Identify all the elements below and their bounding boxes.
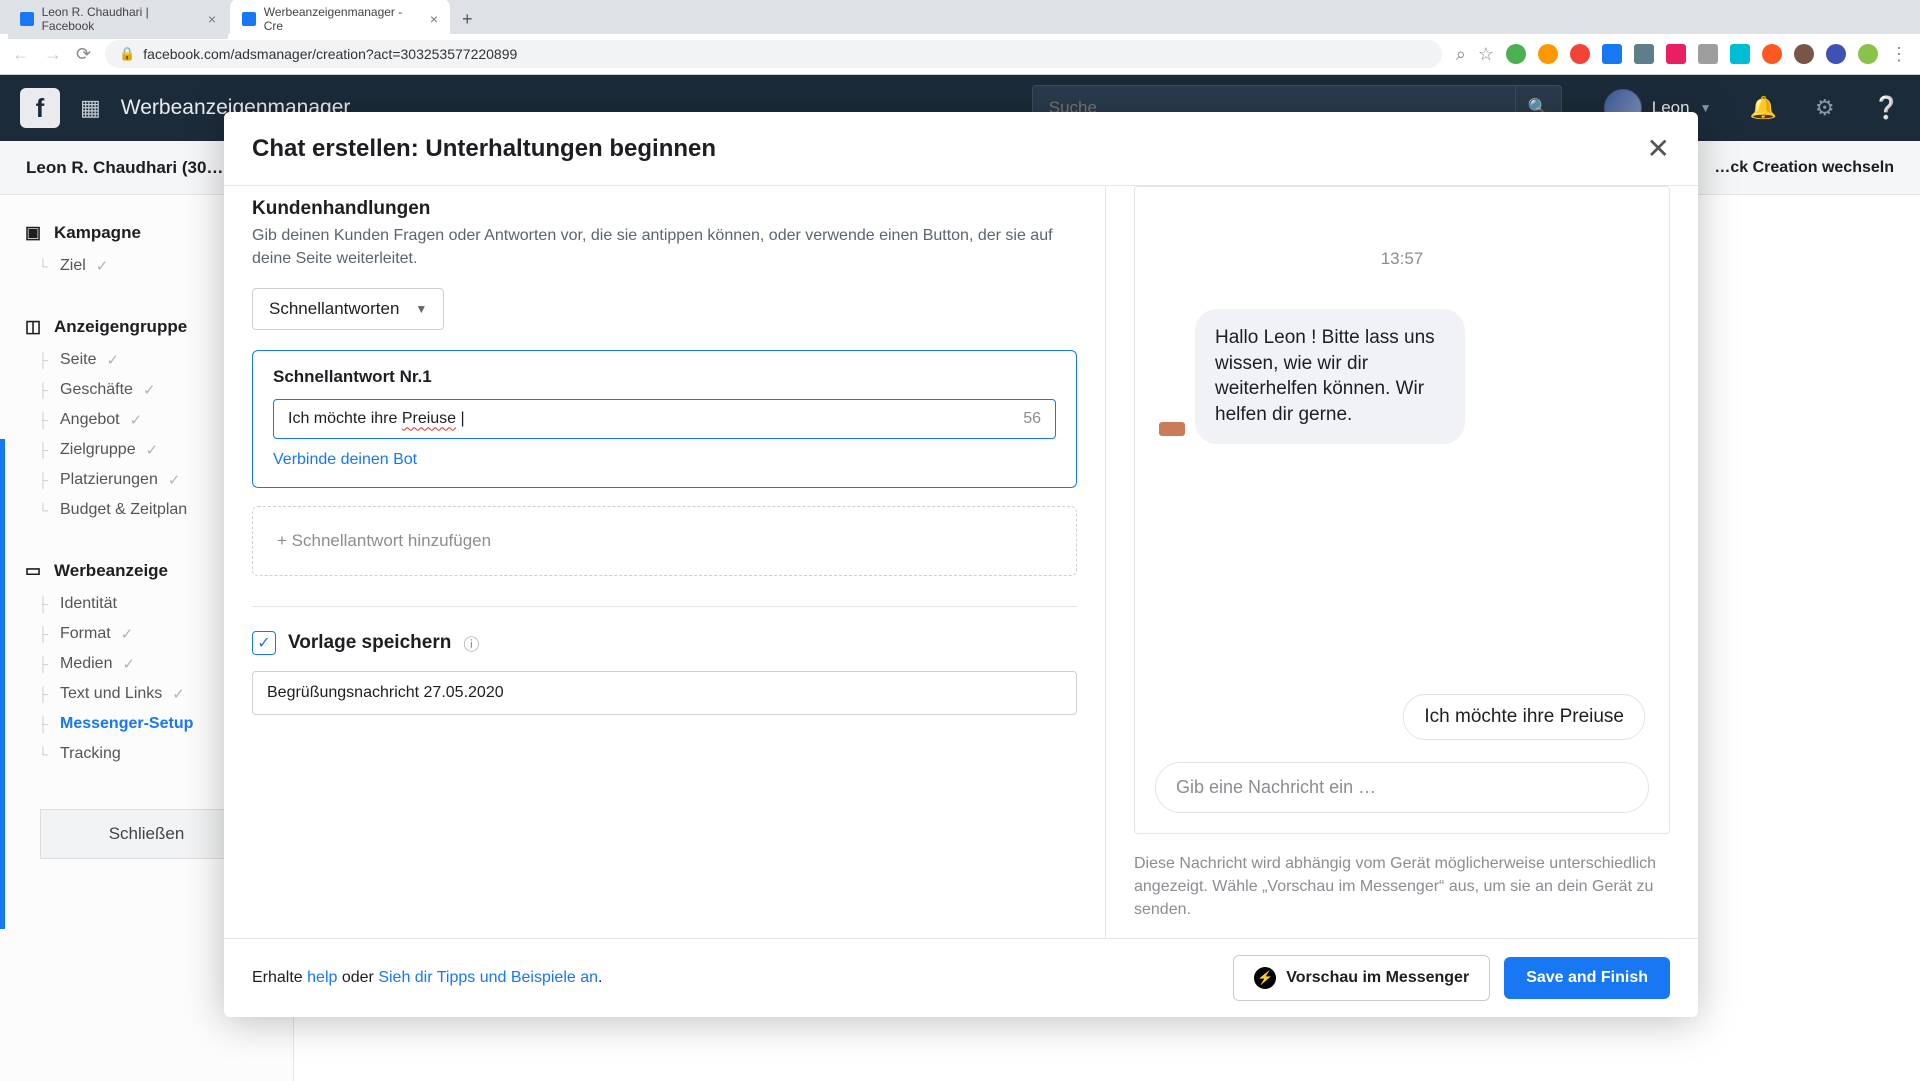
preview-message-bubble: Hallo Leon ! Bitte lass uns wissen, wie … — [1195, 309, 1465, 444]
adset-icon: ◫ — [24, 318, 42, 336]
check-icon: ✓ — [96, 257, 109, 275]
check-icon: ✓ — [172, 685, 185, 703]
facebook-logo-icon[interactable]: f — [20, 88, 60, 128]
new-tab-button[interactable]: + — [452, 9, 483, 30]
star-icon[interactable]: ☆ — [1478, 44, 1494, 65]
extension-icon[interactable] — [1570, 44, 1590, 64]
template-name-input[interactable] — [252, 671, 1077, 715]
extension-icon[interactable] — [1826, 44, 1846, 64]
close-button[interactable]: Schließen — [40, 809, 253, 859]
quick-reply-input-wrap[interactable]: Ich möchte ihre Preiuse | 56 — [273, 399, 1056, 439]
tree-branch-icon: └ — [38, 258, 48, 274]
menu-icon[interactable]: ⋮ — [1890, 44, 1908, 65]
preview-disclaimer: Diese Nachricht wird abhängig vom Gerät … — [1134, 852, 1670, 922]
folder-icon: ▣ — [24, 224, 42, 242]
extension-icon[interactable] — [1794, 44, 1814, 64]
tab-title: Werbeanzeigenmanager - Cre — [264, 5, 422, 33]
check-icon: ✓ — [106, 351, 119, 369]
extension-icon[interactable] — [1666, 44, 1686, 64]
zoom-icon[interactable]: ⌕ — [1456, 44, 1466, 65]
bell-icon[interactable]: 🔔 — [1749, 95, 1776, 121]
dropdown-label: Schnellantworten — [269, 299, 399, 319]
extension-icon[interactable] — [1538, 44, 1558, 64]
footer-help-text: Erhalte help oder Sieh dir Tipps und Bei… — [252, 969, 602, 987]
tab-title: Leon R. Chaudhari | Facebook — [42, 5, 200, 33]
close-icon[interactable]: × — [208, 11, 216, 27]
section-subtitle: Gib deinen Kunden Fragen oder Antworten … — [252, 224, 1077, 270]
help-link[interactable]: help — [307, 969, 337, 986]
forward-icon[interactable]: → — [44, 44, 62, 65]
check-icon: ✓ — [122, 655, 135, 673]
quick-reply-card: Schnellantwort Nr.1 Ich möchte ihre Prei… — [252, 350, 1077, 488]
extension-icon[interactable] — [1762, 44, 1782, 64]
extension-icon[interactable] — [1602, 44, 1622, 64]
quick-replies-dropdown[interactable]: Schnellantworten ▼ — [252, 288, 444, 330]
preview-in-messenger-button[interactable]: ⚡ Vorschau im Messenger — [1233, 955, 1490, 1001]
favicon-icon — [20, 12, 34, 26]
page-avatar-icon — [1159, 422, 1185, 436]
tips-link[interactable]: Sieh dir Tipps und Beispiele an — [378, 969, 598, 986]
chevron-down-icon: ▼ — [415, 302, 427, 316]
favicon-icon — [242, 12, 256, 26]
check-icon: ✓ — [168, 471, 181, 489]
address-field[interactable]: 🔒 facebook.com/adsmanager/creation?act=3… — [105, 40, 1442, 68]
apps-grid-icon[interactable]: ▦ — [80, 95, 101, 121]
chat-create-modal: Chat erstellen: Unterhaltungen beginnen … — [224, 112, 1698, 1017]
divider — [252, 606, 1077, 607]
connect-bot-link[interactable]: Verbinde deinen Bot — [273, 451, 417, 469]
save-template-checkbox[interactable]: ✓ — [252, 631, 276, 655]
browser-chrome: Leon R. Chaudhari | Facebook × Werbeanze… — [0, 0, 1920, 75]
preview-timestamp: 13:57 — [1135, 249, 1669, 269]
check-icon: ✓ — [130, 411, 143, 429]
section-title-kundenhandlungen: Kundenhandlungen — [252, 198, 1077, 220]
extension-icon[interactable] — [1730, 44, 1750, 64]
preview-compose-field: Gib eine Nachricht ein … — [1155, 762, 1649, 813]
lock-icon: 🔒 — [119, 46, 135, 62]
close-icon[interactable]: × — [430, 11, 438, 27]
extension-icon[interactable] — [1698, 44, 1718, 64]
ad-icon: ▭ — [24, 562, 42, 580]
address-url: facebook.com/adsmanager/creation?act=303… — [143, 46, 517, 62]
chat-preview: 13:57 Hallo Leon ! Bitte lass uns wissen… — [1134, 186, 1670, 834]
extension-icons: ⌕ ☆ ⋮ — [1456, 44, 1908, 65]
info-icon[interactable]: ⓘ — [463, 631, 479, 655]
browser-tab-bar: Leon R. Chaudhari | Facebook × Werbeanze… — [0, 0, 1920, 34]
extension-icon[interactable] — [1506, 44, 1526, 64]
preview-quick-reply-chip: Ich möchte ihre Preiuse — [1403, 694, 1645, 740]
char-count: 56 — [1023, 410, 1041, 428]
add-quick-reply-button[interactable]: + Schnellantwort hinzufügen — [252, 506, 1077, 576]
reload-icon[interactable]: ⟳ — [76, 44, 91, 65]
help-icon[interactable]: ❔ — [1873, 95, 1900, 121]
browser-tab[interactable]: Leon R. Chaudhari | Facebook × — [8, 0, 228, 39]
check-icon: ✓ — [146, 441, 159, 459]
extension-icon[interactable] — [1858, 44, 1878, 64]
messenger-icon: ⚡ — [1254, 967, 1276, 989]
extension-icon[interactable] — [1634, 44, 1654, 64]
browser-tab-active[interactable]: Werbeanzeigenmanager - Cre × — [230, 0, 450, 39]
chevron-down-icon: ▼ — [1700, 101, 1712, 115]
browser-address-bar: ← → ⟳ 🔒 facebook.com/adsmanager/creation… — [0, 34, 1920, 74]
gear-icon[interactable]: ⚙ — [1815, 95, 1835, 121]
account-name[interactable]: Leon R. Chaudhari (30… — [26, 158, 223, 178]
modal-title: Chat erstellen: Unterhaltungen beginnen — [252, 135, 716, 163]
quick-reply-title: Schnellantwort Nr.1 — [273, 367, 1056, 387]
back-icon[interactable]: ← — [12, 44, 30, 65]
modal-right-preview: 13:57 Hallo Leon ! Bitte lass uns wissen… — [1106, 186, 1698, 938]
quick-creation-toggle[interactable]: …ck Creation wechseln — [1714, 159, 1894, 177]
check-icon: ✓ — [121, 625, 134, 643]
save-template-label: Vorlage speichern — [288, 632, 451, 654]
modal-left-panel: Kundenhandlungen Gib deinen Kunden Frage… — [224, 186, 1106, 938]
save-and-finish-button[interactable]: Save and Finish — [1504, 957, 1670, 999]
close-icon[interactable]: ✕ — [1647, 132, 1670, 165]
quick-reply-input[interactable]: Ich möchte ihre Preiuse | — [288, 410, 1013, 428]
check-icon: ✓ — [143, 381, 156, 399]
